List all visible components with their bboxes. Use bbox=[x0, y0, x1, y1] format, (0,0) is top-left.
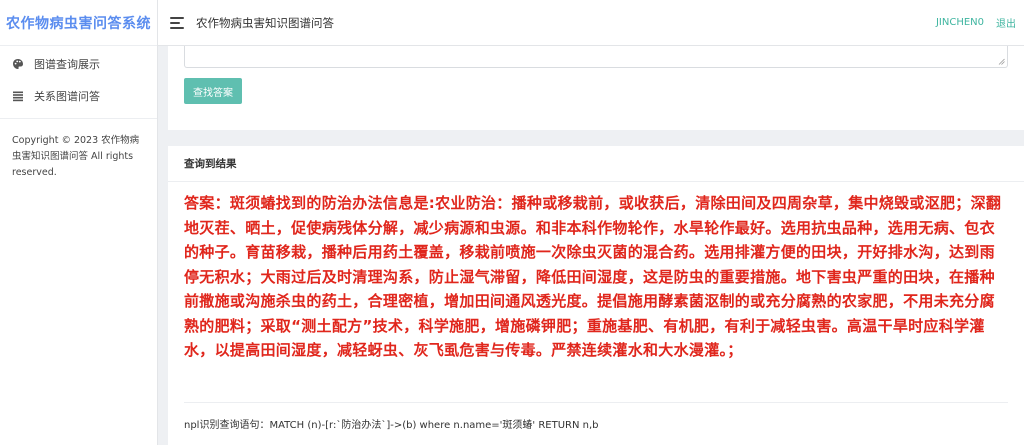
divider bbox=[184, 402, 1008, 403]
app-brand[interactable]: 农作物病虫害问答系统 bbox=[0, 0, 157, 46]
top-header: 农作物病虫害知识图谱问答 JINCHEN0 退出 bbox=[158, 0, 1024, 46]
query-card: 查找答案 bbox=[168, 46, 1024, 130]
copyright-text: Copyright © 2023 农作物病虫害知识图谱问答 All rights… bbox=[12, 135, 140, 178]
palette-icon bbox=[12, 58, 24, 70]
sidebar-nav: 图谱查询展示 关系图谱问答 bbox=[0, 46, 157, 119]
logout-link[interactable]: 退出 bbox=[996, 15, 1016, 30]
sidebar-item-graph-query[interactable]: 图谱查询展示 bbox=[0, 48, 157, 80]
sidebar: 农作物病虫害问答系统 图谱查询展示 关系图谱问答 Copyright © 202… bbox=[0, 0, 158, 445]
header-title: 农作物病虫害知识图谱问答 bbox=[196, 15, 334, 30]
sidebar-item-relation-qa[interactable]: 关系图谱问答 bbox=[0, 80, 157, 112]
list-icon bbox=[12, 90, 24, 102]
cypher-query-text: npl识别查询语句：MATCH (n)-[r:`防治办法`]->(b) wher… bbox=[184, 420, 599, 431]
sidebar-item-label: 关系图谱问答 bbox=[34, 90, 100, 103]
result-section-title: 查询到结果 bbox=[168, 146, 1024, 182]
question-textarea[interactable] bbox=[184, 46, 1008, 68]
answer-text: 答案：斑须蝽找到的防治办法信息是:农业防治：播种或移栽前，或收获后，清除田间及四… bbox=[184, 194, 1002, 359]
find-answer-button[interactable]: 查找答案 bbox=[184, 78, 242, 104]
result-card: 查询到结果 答案：斑须蝽找到的防治办法信息是:农业防治：播种或移栽前，或收获后，… bbox=[168, 146, 1024, 445]
hamburger-menu-icon[interactable] bbox=[170, 16, 184, 29]
username-link[interactable]: JINCHEN0 bbox=[936, 17, 984, 28]
sidebar-item-label: 图谱查询展示 bbox=[34, 58, 100, 71]
header-user-area: JINCHEN0 退出 bbox=[936, 15, 1016, 30]
resize-grip-icon[interactable] bbox=[998, 58, 1005, 65]
